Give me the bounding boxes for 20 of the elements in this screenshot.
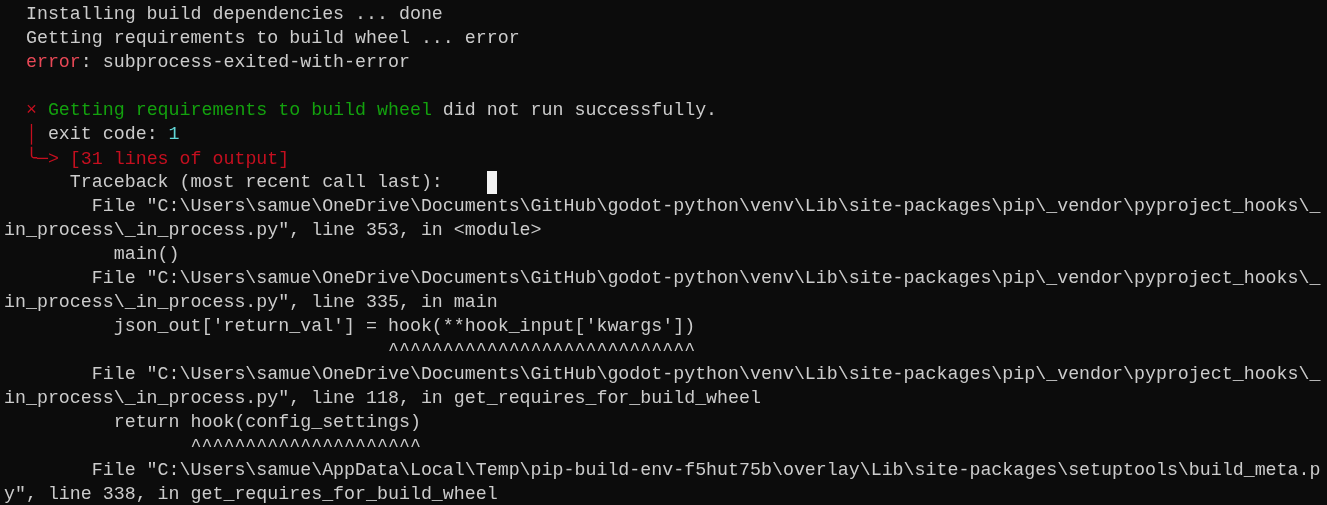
- terminal-line: in_process\_in_process.py", line 335, in main: [4, 292, 498, 312]
- terminal-line: return hook(config_settings): [112, 412, 421, 432]
- terminal-line: │ exit code: 1: [24, 124, 180, 144]
- terminal-line: error: subprocess-exited-with-error: [24, 52, 410, 72]
- terminal-line: json_out['return_val'] = hook(**hook_input['kwargs']): [112, 316, 696, 336]
- terminal-line: ^^^^^^^^^^^^^^^^^^^^^: [189, 436, 421, 456]
- terminal-line: ╰─> [31 lines of output]: [4, 147, 290, 169]
- terminal-line: File "C:\Users\samue\OneDrive\Documents\GitHub\godot-python\venv\Lib\site-packages\pip\_vendor\pyproject_hooks\_: [90, 364, 1321, 384]
- terminal-line: File "C:\Users\samue\AppData\Local\Temp\pip-build-env-f5hut75b\overlay\Lib\site-packages\setuptools\build_meta.p: [90, 460, 1321, 480]
- terminal-line: Traceback (most recent call last):: [68, 172, 443, 192]
- terminal-line: Getting requirements to build wheel ... error: [24, 28, 520, 48]
- terminal-line: File "C:\Users\samue\OneDrive\Documents\GitHub\godot-python\venv\Lib\site-packages\pip\_vendor\pyproject_hooks\_: [90, 196, 1321, 216]
- terminal-line: × Getting requirements to build wheel did not run successfully.: [24, 100, 718, 120]
- terminal-line: in_process\_in_process.py", line 118, in get_requires_for_build_wheel: [4, 388, 761, 408]
- terminal-line: ^^^^^^^^^^^^^^^^^^^^^^^^^^^^: [386, 340, 696, 360]
- terminal-line: Installing build dependencies ... done: [24, 4, 443, 24]
- terminal-line: in_process\_in_process.py", line 353, in <module>: [4, 220, 542, 240]
- terminal-line: main(): [112, 244, 180, 264]
- terminal-line: File "C:\Users\samue\OneDrive\Documents\GitHub\godot-python\venv\Lib\site-packages\pip\_vendor\pyproject_hooks\_: [90, 268, 1321, 288]
- terminal-line: y", line 338, in get_requires_for_build_wheel: [4, 484, 498, 504]
